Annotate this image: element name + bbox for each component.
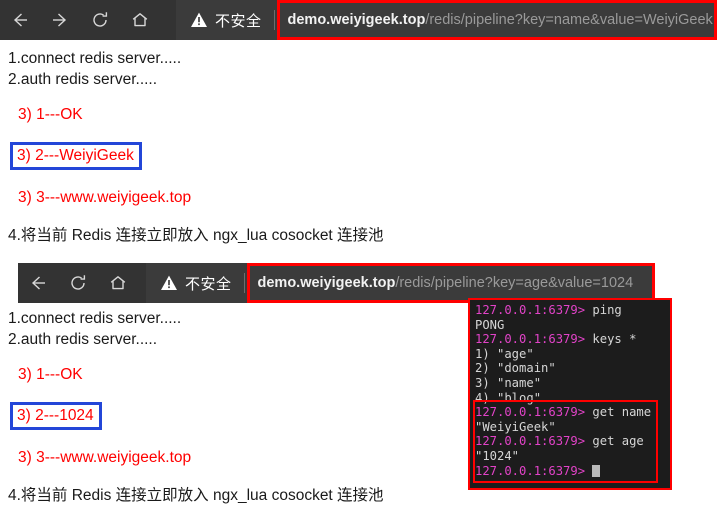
url-path: /redis/pipeline?key=age&value=1024 bbox=[395, 275, 634, 291]
home-button[interactable] bbox=[120, 0, 160, 40]
terminal-line: 127.0.0.1:6379> ping bbox=[475, 303, 670, 318]
warning-triangle-icon bbox=[191, 12, 207, 27]
terminal-command-text bbox=[585, 464, 592, 478]
back-button[interactable] bbox=[18, 263, 58, 303]
address-bar-group: 不安全 demo.weiyigeek.top/redis/pipeline?ke… bbox=[176, 0, 717, 40]
terminal-line: "1024" bbox=[475, 449, 670, 464]
terminal-cursor bbox=[592, 464, 601, 477]
page2-result-1: 3) 1---OK bbox=[18, 366, 83, 383]
page-content-top: 1.connect redis server..... 2.auth redis… bbox=[8, 48, 384, 246]
terminal-prompt: 127.0.0.1:6379> bbox=[475, 332, 586, 347]
reload-icon bbox=[71, 275, 86, 290]
arrow-left-icon bbox=[13, 13, 27, 27]
page1-result-1: 3) 1---OK bbox=[18, 106, 83, 123]
terminal-line: 127.0.0.1:6379> get age bbox=[475, 434, 670, 449]
page1-result-3: 3) 3---www.weiyigeek.top bbox=[18, 189, 192, 206]
arrow-right-icon bbox=[53, 13, 67, 27]
security-status-label: 不安全 bbox=[215, 12, 262, 30]
page1-result-2-highlighted: 3) 2---WeiyiGeek bbox=[10, 142, 142, 170]
terminal-command-text: keys * bbox=[585, 332, 637, 347]
page2-line-2: 2.auth redis server..... bbox=[8, 331, 158, 348]
terminal-prompt: 127.0.0.1:6379> bbox=[475, 405, 586, 420]
redis-cli-terminal[interactable]: 127.0.0.1:6379> ping PONG 127.0.0.1:6379> … bbox=[468, 298, 672, 490]
terminal-line: 127.0.0.1:6379> bbox=[475, 464, 670, 479]
security-status-button[interactable]: 不安全 bbox=[176, 10, 274, 31]
terminal-line: 127.0.0.1:6379> keys * bbox=[475, 332, 670, 347]
terminal-line: PONG bbox=[475, 318, 670, 333]
address-bar-input[interactable]: demo.weiyigeek.top/redis/pipeline?key=ag… bbox=[246, 263, 655, 303]
home-icon bbox=[110, 276, 126, 290]
reload-button[interactable] bbox=[58, 263, 98, 303]
terminal-line: 2) "domain" bbox=[475, 361, 670, 376]
terminal-command-text: ping bbox=[585, 303, 622, 317]
warning-triangle-icon bbox=[161, 275, 177, 290]
terminal-prompt: 127.0.0.1:6379> bbox=[475, 463, 586, 478]
address-bar-group: 不安全 demo.weiyigeek.top/redis/pipeline?ke… bbox=[146, 263, 655, 303]
page2-result-3: 3) 3---www.weiyigeek.top bbox=[18, 449, 192, 466]
forward-button[interactable] bbox=[40, 0, 80, 40]
browser-toolbar-top: 不安全 demo.weiyigeek.top/redis/pipeline?ke… bbox=[0, 0, 717, 40]
page2-line-1: 1.connect redis server..... bbox=[8, 310, 182, 327]
reload-button[interactable] bbox=[80, 0, 120, 40]
terminal-output-text: 1) "age" bbox=[475, 346, 534, 361]
terminal-line: "WeiyiGeek" bbox=[475, 420, 670, 435]
terminal-output-text: "WeiyiGeek" bbox=[475, 419, 556, 434]
page2-line-4: 4.将当前 Redis 连接立即放入 ngx_lua cosocket 连接池 bbox=[8, 487, 384, 504]
terminal-output-text: 3) "name" bbox=[475, 375, 542, 390]
page-content-bottom: 1.connect redis server..... 2.auth redis… bbox=[8, 308, 384, 506]
terminal-output-text: 4) "blog" bbox=[475, 390, 542, 405]
terminal-output: 127.0.0.1:6379> ping PONG 127.0.0.1:6379> … bbox=[475, 303, 670, 478]
terminal-line: 127.0.0.1:6379> get name bbox=[475, 405, 670, 420]
url-host: demo.weiyigeek.top bbox=[257, 275, 396, 291]
terminal-output-text: PONG bbox=[475, 317, 505, 332]
page1-line-4: 4.将当前 Redis 连接立即放入 ngx_lua cosocket 连接池 bbox=[8, 227, 384, 244]
reload-icon bbox=[93, 12, 108, 27]
toolbar-divider bbox=[243, 273, 245, 293]
terminal-line: 3) "name" bbox=[475, 376, 670, 391]
browser-toolbar-bottom: 不安全 demo.weiyigeek.top/redis/pipeline?ke… bbox=[18, 263, 655, 303]
back-button[interactable] bbox=[0, 0, 40, 40]
home-button[interactable] bbox=[98, 263, 138, 303]
arrow-left-icon bbox=[31, 276, 45, 290]
terminal-output-text: "1024" bbox=[475, 448, 520, 463]
terminal-line: 4) "blog" bbox=[475, 391, 670, 406]
toolbar-divider bbox=[273, 10, 275, 30]
terminal-command-text: get age bbox=[585, 434, 644, 449]
url-path: /redis/pipeline?key=name&value=WeiyiGeek bbox=[425, 12, 713, 28]
home-icon bbox=[132, 13, 148, 27]
terminal-line: 1) "age" bbox=[475, 347, 670, 362]
page1-line-1: 1.connect redis server..... bbox=[8, 50, 182, 67]
security-status-button[interactable]: 不安全 bbox=[146, 273, 244, 294]
page2-result-2-highlighted: 3) 2---1024 bbox=[10, 402, 102, 430]
terminal-output-text: 2) "domain" bbox=[475, 361, 556, 376]
address-bar-input[interactable]: demo.weiyigeek.top/redis/pipeline?key=na… bbox=[276, 0, 717, 40]
page1-line-2: 2.auth redis server..... bbox=[8, 71, 158, 88]
terminal-prompt: 127.0.0.1:6379> bbox=[475, 303, 586, 317]
terminal-command-text: get name bbox=[585, 405, 652, 420]
url-host: demo.weiyigeek.top bbox=[287, 12, 426, 28]
security-status-label: 不安全 bbox=[185, 275, 232, 293]
terminal-prompt: 127.0.0.1:6379> bbox=[475, 434, 586, 449]
